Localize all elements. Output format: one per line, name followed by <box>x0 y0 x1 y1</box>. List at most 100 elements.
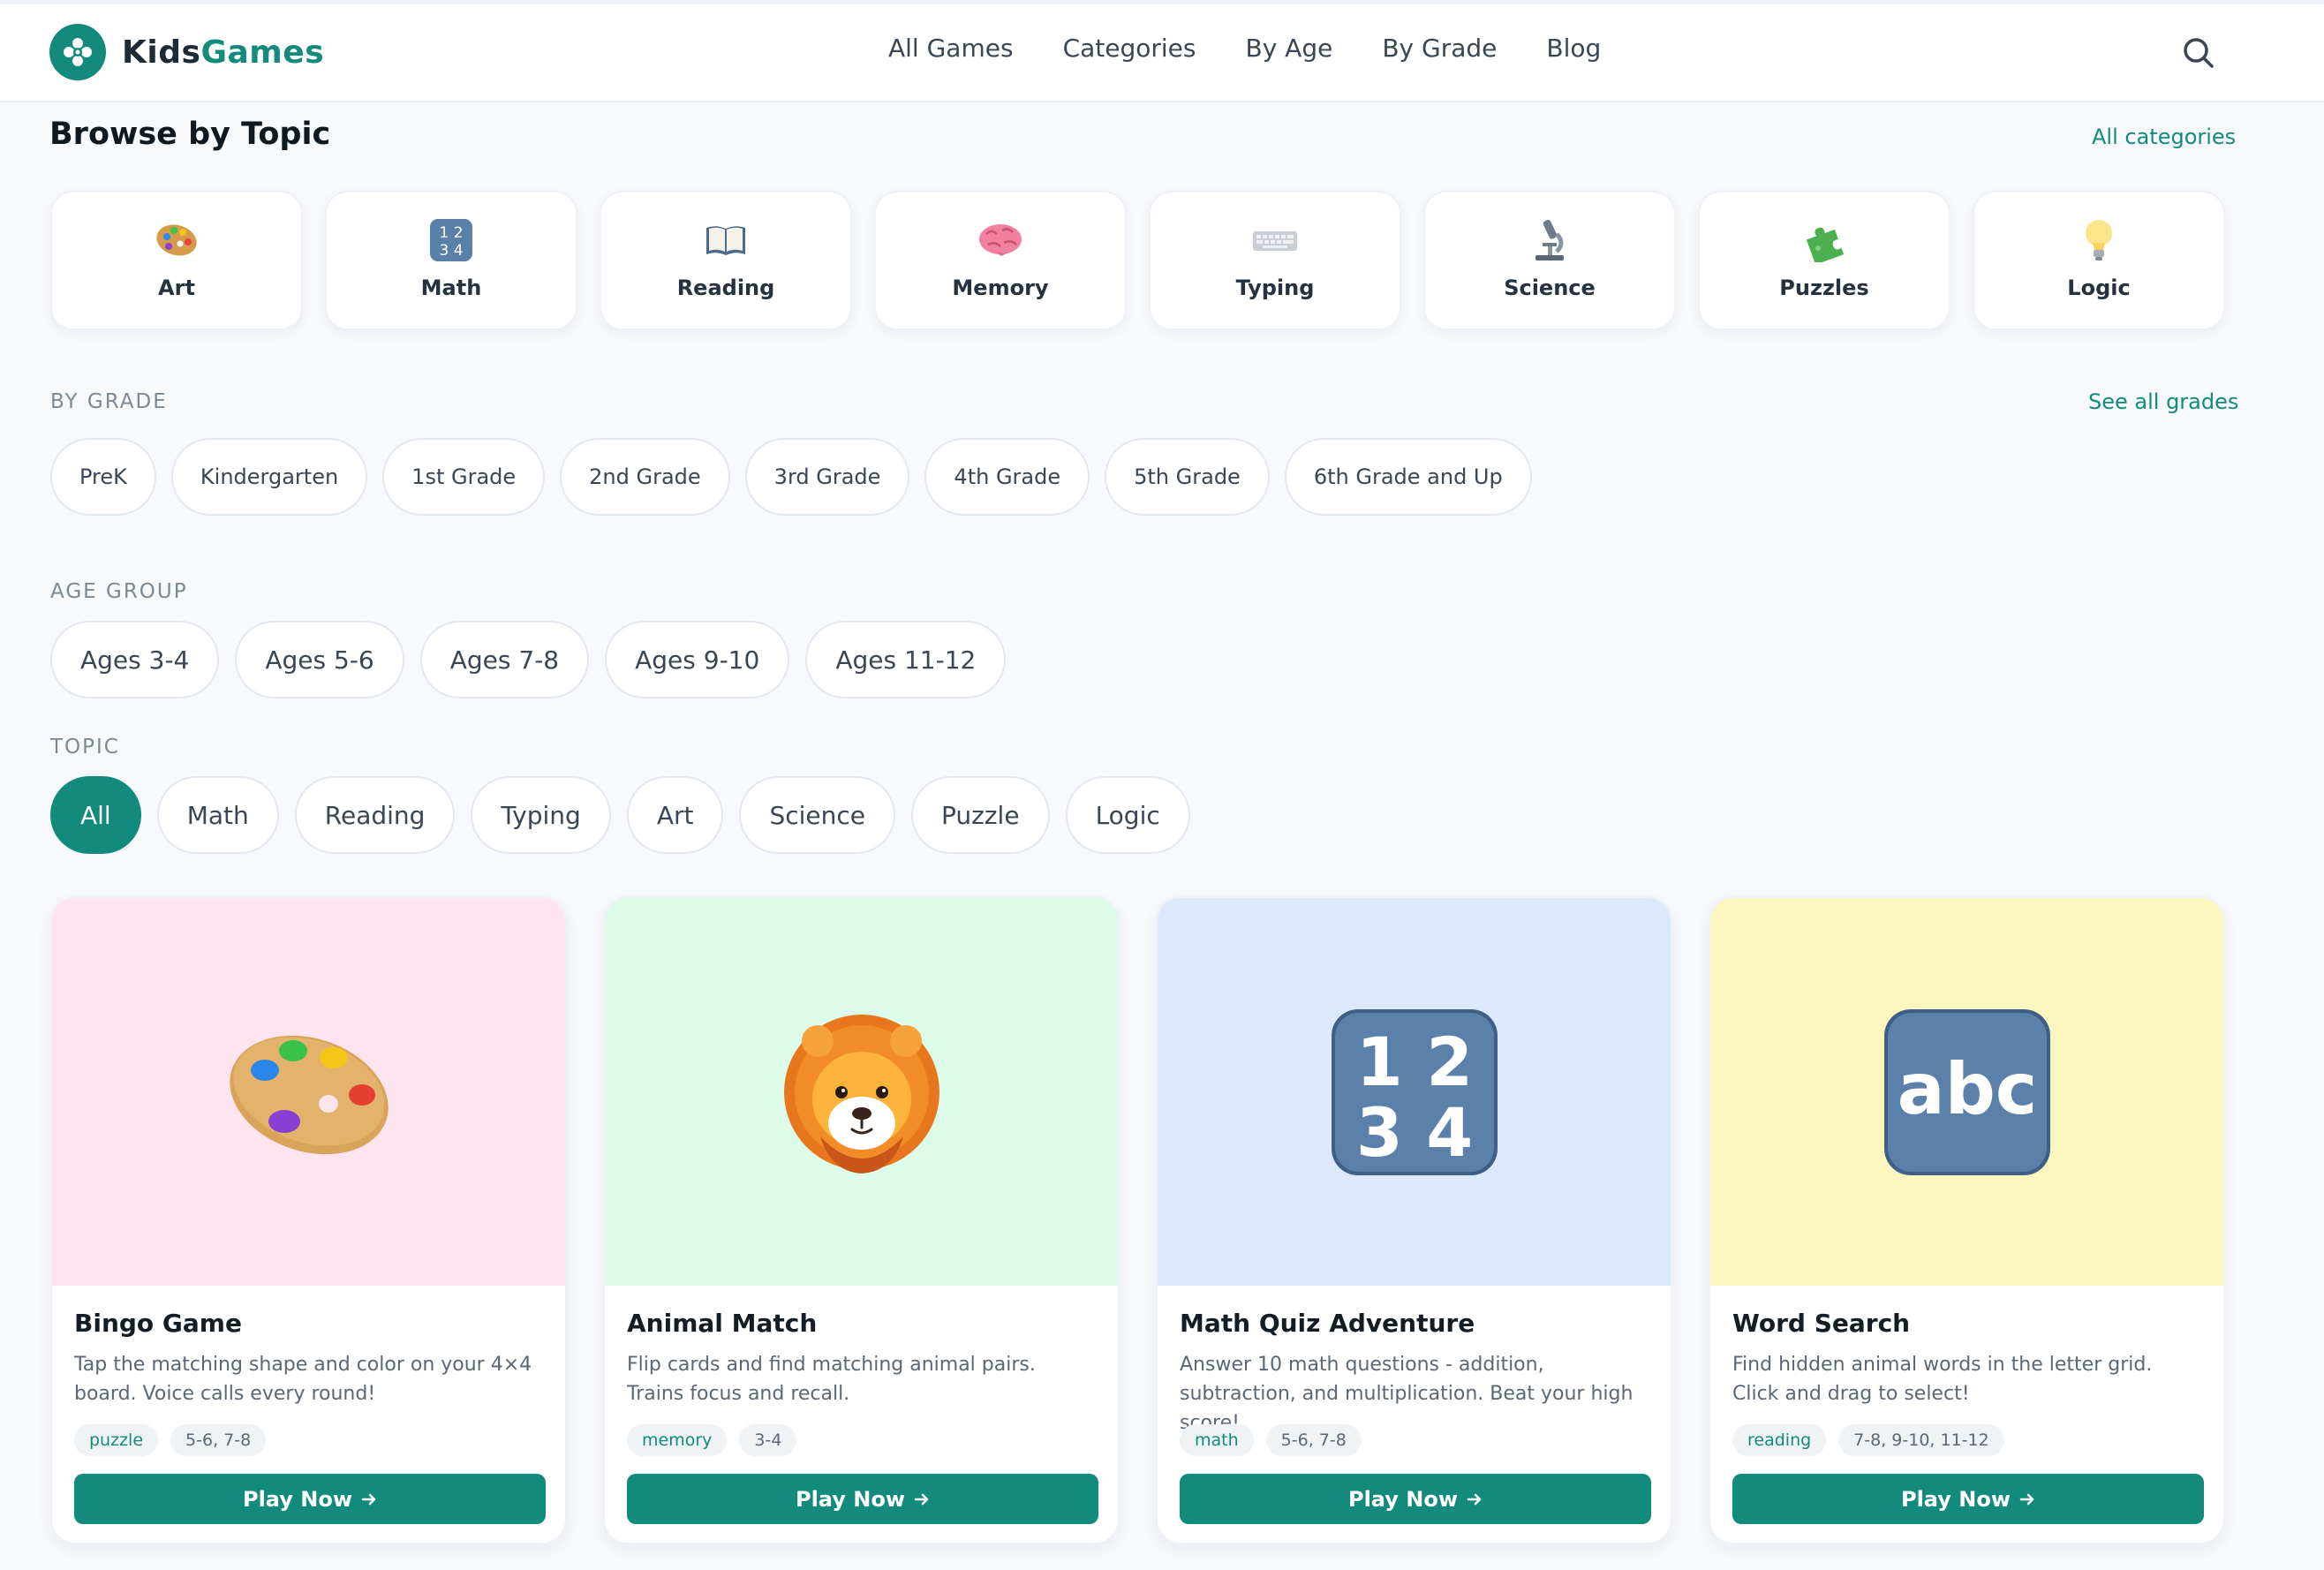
play-now-button[interactable]: Play Now <box>627 1474 1098 1524</box>
play-now-button[interactable]: Play Now <box>1732 1474 2204 1524</box>
age-chips: Ages 3-4 Ages 5-6 Ages 7-8 Ages 9-10 Age… <box>50 621 1022 698</box>
topic-filter-puzzle[interactable]: Puzzle <box>911 776 1050 854</box>
grade-chip-1st[interactable]: 1st Grade <box>382 438 546 516</box>
play-now-button[interactable]: Play Now <box>1180 1474 1651 1524</box>
brain-icon <box>976 217 1025 263</box>
age-chip-9-10[interactable]: Ages 9-10 <box>605 621 790 698</box>
game-card-math-quiz[interactable]: 1 2 3 4 Math Quiz Adventure Answer 10 ma… <box>1156 896 1672 1544</box>
svg-text:1 2: 1 2 <box>1355 1023 1472 1101</box>
arrow-right-icon <box>2019 1493 2034 1505</box>
logo-kids: Kids <box>122 34 201 71</box>
by-grade-label: BY GRADE <box>50 390 168 413</box>
logo-games: Games <box>200 34 325 71</box>
topic-label: Memory <box>952 276 1049 300</box>
game-title: Animal Match <box>627 1309 818 1338</box>
play-now-button[interactable]: Play Now <box>74 1474 546 1524</box>
game-card-bingo[interactable]: Bingo Game Tap the matching shape and co… <box>50 896 567 1544</box>
site-logo[interactable]: KidsGames <box>49 24 324 80</box>
topic-label: Typing <box>1235 276 1315 300</box>
book-icon <box>701 217 751 263</box>
arrow-right-icon <box>914 1493 929 1505</box>
topic-card-art[interactable]: Art <box>50 191 303 330</box>
see-all-grades-link[interactable]: See all grades <box>2088 389 2238 414</box>
topic-filter-typing[interactable]: Typing <box>471 776 611 854</box>
numbers-icon: 1 2 3 4 <box>426 217 476 263</box>
grade-chip-3rd[interactable]: 3rd Grade <box>744 438 910 516</box>
topic-cards-row: Art 1 2 3 4 Math Reading Memory Typing S… <box>50 191 2247 330</box>
grade-chip-6th-up[interactable]: 6th Grade and Up <box>1284 438 1532 516</box>
grade-chip-2nd[interactable]: 2nd Grade <box>560 438 730 516</box>
topic-label: Science <box>1504 276 1596 300</box>
main-nav: All Games Categories By Age By Grade Blo… <box>888 34 1650 63</box>
abc-icon: abc <box>1883 1008 2050 1175</box>
grade-chips: PreK Kindergarten 1st Grade 2nd Grade 3r… <box>50 438 1547 516</box>
topic-filter-reading[interactable]: Reading <box>294 776 456 854</box>
topic-filter-chips: All Math Reading Typing Art Science Puzz… <box>50 776 1206 854</box>
game-card-hero: abc <box>1710 898 2223 1286</box>
palette-icon <box>152 217 201 263</box>
topic-filter-label: TOPIC <box>50 736 120 759</box>
topic-card-reading[interactable]: Reading <box>600 191 852 330</box>
age-tag: 7-8, 9-10, 11-12 <box>1838 1424 2004 1456</box>
topic-card-puzzles[interactable]: Puzzles <box>1698 191 1950 330</box>
topic-filter-math[interactable]: Math <box>156 776 279 854</box>
game-card-hero: 1 2 3 4 <box>1158 898 1671 1286</box>
topic-filter-science[interactable]: Science <box>739 776 896 854</box>
grade-chip-5th[interactable]: 5th Grade <box>1105 438 1270 516</box>
age-chip-7-8[interactable]: Ages 7-8 <box>419 621 590 698</box>
topic-filter-logic[interactable]: Logic <box>1065 776 1190 854</box>
topic-label: Logic <box>2067 276 2131 300</box>
game-card-hero <box>52 898 565 1286</box>
nav-all-games[interactable]: All Games <box>888 34 1014 63</box>
top-navbar: KidsGames All Games Categories By Age By… <box>0 0 2324 102</box>
topic-card-science[interactable]: Science <box>1423 191 1676 330</box>
topic-card-memory[interactable]: Memory <box>874 191 1127 330</box>
age-tag: 3-4 <box>739 1424 797 1456</box>
search-icon[interactable] <box>2181 35 2216 71</box>
topic-tag: memory <box>627 1424 728 1456</box>
game-title: Bingo Game <box>74 1309 242 1338</box>
topic-label: Math <box>420 276 482 300</box>
game-cards-grid: Bingo Game Tap the matching shape and co… <box>50 896 2261 1544</box>
topic-card-typing[interactable]: Typing <box>1149 191 1401 330</box>
topic-card-logic[interactable]: Logic <box>1973 191 2225 330</box>
nav-by-grade[interactable]: By Grade <box>1382 34 1497 63</box>
grade-chip-4th[interactable]: 4th Grade <box>924 438 1090 516</box>
game-description: Flip cards and find matching animal pair… <box>627 1354 1036 1405</box>
topic-label: Puzzles <box>1779 276 1869 300</box>
microscope-icon <box>1525 217 1574 263</box>
keyboard-icon <box>1250 217 1300 263</box>
game-card-animal-match[interactable]: Animal Match Flip cards and find matchin… <box>603 896 1120 1544</box>
topic-tag: puzzle <box>74 1424 159 1456</box>
browse-by-topic-heading: Browse by Topic <box>49 117 331 152</box>
puzzle-icon <box>1800 217 1849 263</box>
svg-text:1 2: 1 2 <box>439 224 463 242</box>
game-description: Find hidden animal words in the letter g… <box>1732 1354 2153 1405</box>
play-now-label: Play Now <box>795 1486 906 1512</box>
svg-text:3 4: 3 4 <box>439 242 463 260</box>
age-chip-11-12[interactable]: Ages 11-12 <box>805 621 1007 698</box>
grade-chip-prek[interactable]: PreK <box>50 438 156 516</box>
topic-card-math[interactable]: 1 2 3 4 Math <box>325 191 577 330</box>
play-now-label: Play Now <box>242 1486 353 1512</box>
age-chip-5-6[interactable]: Ages 5-6 <box>235 621 404 698</box>
topic-filter-all[interactable]: All <box>50 776 141 854</box>
topic-label: Art <box>158 276 195 300</box>
all-categories-link[interactable]: All categories <box>2092 125 2236 149</box>
nav-blog[interactable]: Blog <box>1546 34 1601 63</box>
topic-label: Reading <box>676 276 775 300</box>
lion-icon <box>783 1014 939 1174</box>
game-card-word-search[interactable]: abc Word Search Find hidden animal words… <box>1709 896 2225 1544</box>
nav-categories[interactable]: Categories <box>1063 34 1196 63</box>
logo-text: KidsGames <box>122 34 324 71</box>
arrow-right-icon <box>1467 1493 1482 1505</box>
play-now-label: Play Now <box>1900 1486 2011 1512</box>
grade-chip-kindergarten[interactable]: Kindergarten <box>170 438 368 516</box>
topic-filter-art[interactable]: Art <box>626 776 724 854</box>
age-chip-3-4[interactable]: Ages 3-4 <box>50 621 220 698</box>
game-title: Word Search <box>1732 1309 1911 1338</box>
nav-by-age[interactable]: By Age <box>1246 34 1333 63</box>
play-now-label: Play Now <box>1347 1486 1459 1512</box>
logo-mark-icon <box>49 24 106 80</box>
age-group-label: AGE GROUP <box>50 580 188 603</box>
